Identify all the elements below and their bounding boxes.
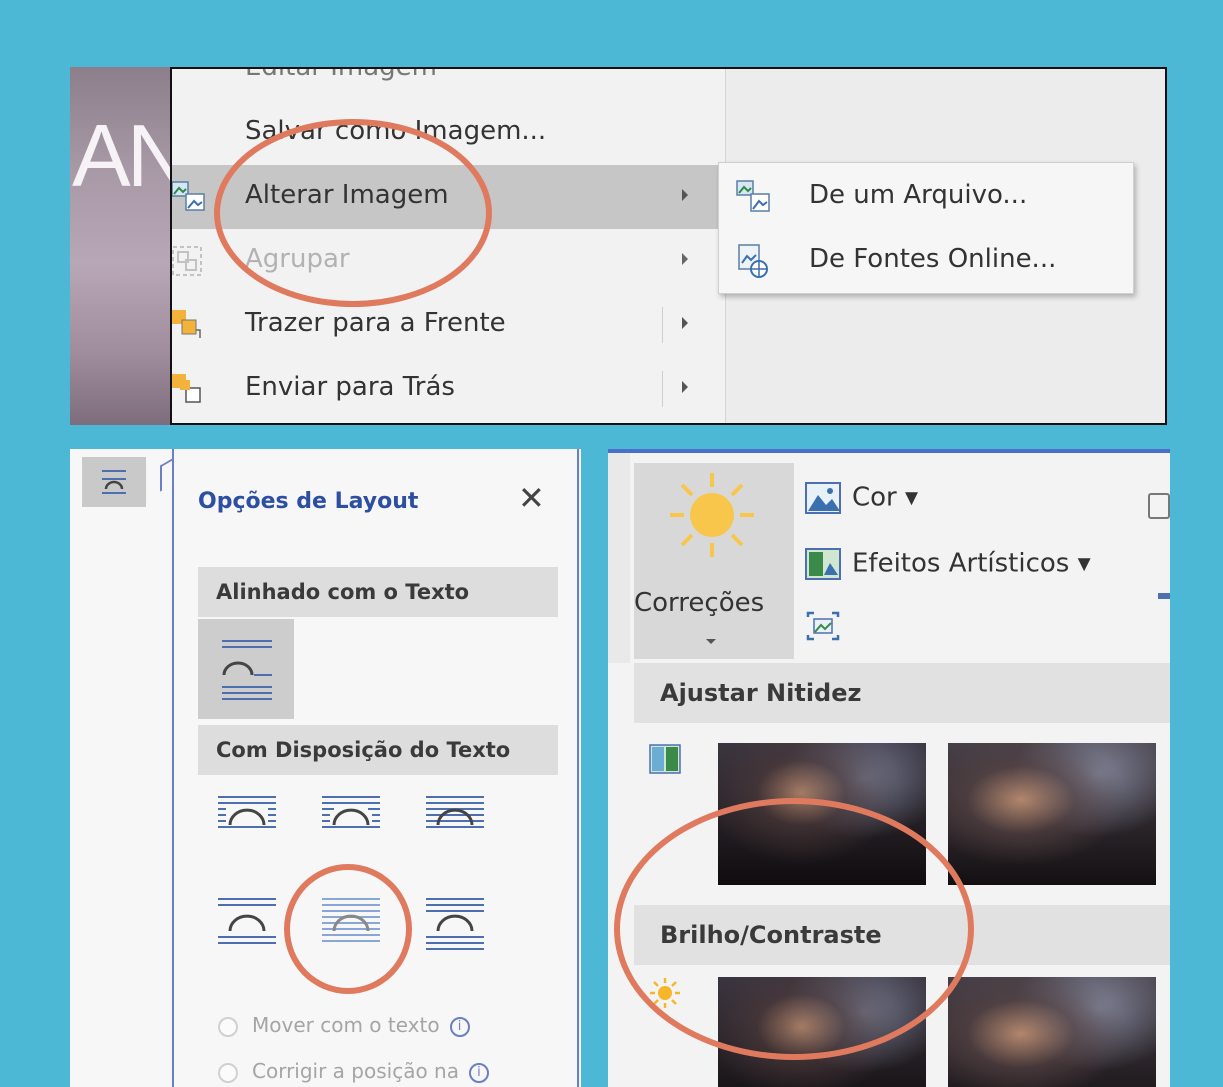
submenu-arrow-icon bbox=[682, 253, 688, 265]
wrap-tight-icon bbox=[322, 796, 380, 828]
layout-options-button[interactable] bbox=[82, 457, 146, 507]
corrections-label: Correções bbox=[634, 588, 765, 618]
submenu-arrow-icon bbox=[682, 381, 688, 393]
layout-options-icon bbox=[102, 470, 126, 494]
brightness-icon bbox=[648, 977, 682, 1009]
split-divider bbox=[662, 371, 663, 407]
context-menu-panel: AN Editar Imagem Salvar como Imagem... A… bbox=[70, 67, 1167, 425]
artistic-effects-label: Efeitos Artísticos ▾ bbox=[852, 548, 1091, 579]
sun-icon bbox=[670, 473, 754, 557]
menu-item-save-as-picture[interactable]: Salvar como Imagem... bbox=[170, 101, 726, 165]
radio-move-with-text[interactable]: Mover com o texto i bbox=[218, 1013, 470, 1037]
from-file-icon bbox=[735, 179, 771, 215]
wrap-option-square[interactable] bbox=[208, 789, 288, 859]
ribbon-edge bbox=[608, 453, 630, 663]
submenu-item-label: De Fontes Online... bbox=[809, 244, 1057, 274]
wrap-option-behind-text[interactable] bbox=[312, 891, 392, 961]
document-margin bbox=[70, 449, 170, 1087]
bring-forward-icon bbox=[170, 308, 206, 342]
group-icon bbox=[170, 244, 206, 278]
artistic-effects-icon bbox=[804, 547, 842, 581]
inline-with-text-icon bbox=[222, 640, 272, 700]
ribbon-overflow-mark bbox=[1158, 593, 1170, 599]
color-label: Cor ▾ bbox=[852, 482, 919, 513]
submenu-arrow-icon bbox=[682, 189, 688, 201]
online-sources-icon bbox=[735, 243, 771, 279]
wrap-behind-text-icon bbox=[322, 898, 380, 942]
sharpen-icon bbox=[648, 743, 682, 775]
menu-item-group[interactable]: Agrupar bbox=[170, 229, 726, 293]
split-divider bbox=[662, 307, 663, 343]
compress-picture-icon bbox=[804, 609, 842, 643]
corrections-panel: Correções Cor ▾ Efeitos Artísticos ▾ Aju… bbox=[608, 449, 1170, 1087]
wrap-in-front-icon bbox=[426, 898, 484, 950]
radio-label: Mover com o texto bbox=[252, 1013, 440, 1037]
submenu-item-online-sources[interactable]: De Fontes Online... bbox=[719, 229, 1135, 293]
close-icon[interactable]: ✕ bbox=[518, 479, 545, 517]
menu-item-edit-picture[interactable]: Editar Imagem bbox=[170, 67, 726, 101]
ribbon-overflow-icon bbox=[1148, 493, 1170, 519]
menu-item-label: Editar Imagem bbox=[245, 67, 437, 82]
menu-item-label: Agrupar bbox=[245, 244, 350, 274]
color-button[interactable]: Cor ▾ bbox=[804, 481, 918, 515]
radio-circle[interactable] bbox=[218, 1062, 238, 1083]
sharpen-preview-2[interactable] bbox=[948, 743, 1156, 885]
menu-item-change-picture[interactable]: Alterar Imagem bbox=[170, 165, 726, 229]
context-menu: Editar Imagem Salvar como Imagem... Alte… bbox=[170, 67, 726, 425]
section-brightness-header: Brilho/Contraste bbox=[634, 905, 1170, 965]
menu-item-label: Salvar como Imagem... bbox=[245, 116, 547, 146]
sharpen-preview-1[interactable] bbox=[718, 743, 926, 885]
menu-item-label: Enviar para Trás bbox=[245, 372, 455, 402]
compress-picture-button[interactable] bbox=[804, 609, 852, 643]
corrections-button[interactable]: Correções bbox=[634, 463, 794, 659]
wrap-option-inline[interactable] bbox=[198, 619, 294, 719]
brightness-preview-2[interactable] bbox=[948, 977, 1156, 1087]
submenu-arrow-icon bbox=[682, 317, 688, 329]
menu-item-bring-forward[interactable]: Trazer para a Frente bbox=[170, 293, 726, 357]
send-backward-icon bbox=[170, 372, 206, 406]
section-inline-header: Alinhado com o Texto bbox=[198, 567, 558, 617]
layout-options-panel: Opções de Layout ✕ Alinhado com o Texto … bbox=[70, 449, 581, 1087]
wrap-option-top-bottom[interactable] bbox=[208, 891, 288, 961]
menu-item-send-backward[interactable]: Enviar para Trás bbox=[170, 357, 726, 421]
wrap-option-through[interactable] bbox=[416, 789, 496, 859]
menu-item-label: Trazer para a Frente bbox=[245, 308, 506, 338]
radio-label: Corrigir a posição na bbox=[252, 1059, 459, 1083]
wrap-top-bottom-icon bbox=[218, 898, 276, 944]
wrap-square-icon bbox=[218, 796, 276, 828]
dropdown-arrow-icon bbox=[706, 639, 716, 644]
submenu-item-from-file[interactable]: De um Arquivo... bbox=[719, 165, 1135, 229]
layout-options-card: Opções de Layout ✕ Alinhado com o Texto … bbox=[172, 449, 579, 1087]
submenu-item-label: De um Arquivo... bbox=[809, 180, 1028, 210]
change-picture-icon bbox=[170, 180, 206, 214]
info-icon[interactable]: i bbox=[449, 1016, 470, 1037]
wrap-through-icon bbox=[426, 796, 484, 828]
panel-title: Opções de Layout bbox=[198, 489, 419, 514]
color-icon bbox=[804, 481, 842, 515]
section-wrap-header: Com Disposição do Texto bbox=[198, 725, 558, 775]
wrap-option-tight[interactable] bbox=[312, 789, 392, 859]
change-picture-submenu: De um Arquivo... De Fontes Online... bbox=[718, 162, 1134, 294]
info-icon[interactable]: i bbox=[468, 1062, 489, 1083]
document-photo: AN bbox=[70, 67, 190, 425]
wrap-option-in-front[interactable] bbox=[416, 891, 496, 961]
radio-fix-position[interactable]: Corrigir a posição na i bbox=[218, 1059, 489, 1083]
artistic-effects-button[interactable]: Efeitos Artísticos ▾ bbox=[804, 547, 1091, 581]
menu-item-label: Alterar Imagem bbox=[245, 180, 449, 210]
radio-circle[interactable] bbox=[218, 1016, 238, 1037]
section-sharpen-header: Ajustar Nitidez bbox=[634, 663, 1170, 723]
brightness-preview-1[interactable] bbox=[718, 977, 926, 1087]
